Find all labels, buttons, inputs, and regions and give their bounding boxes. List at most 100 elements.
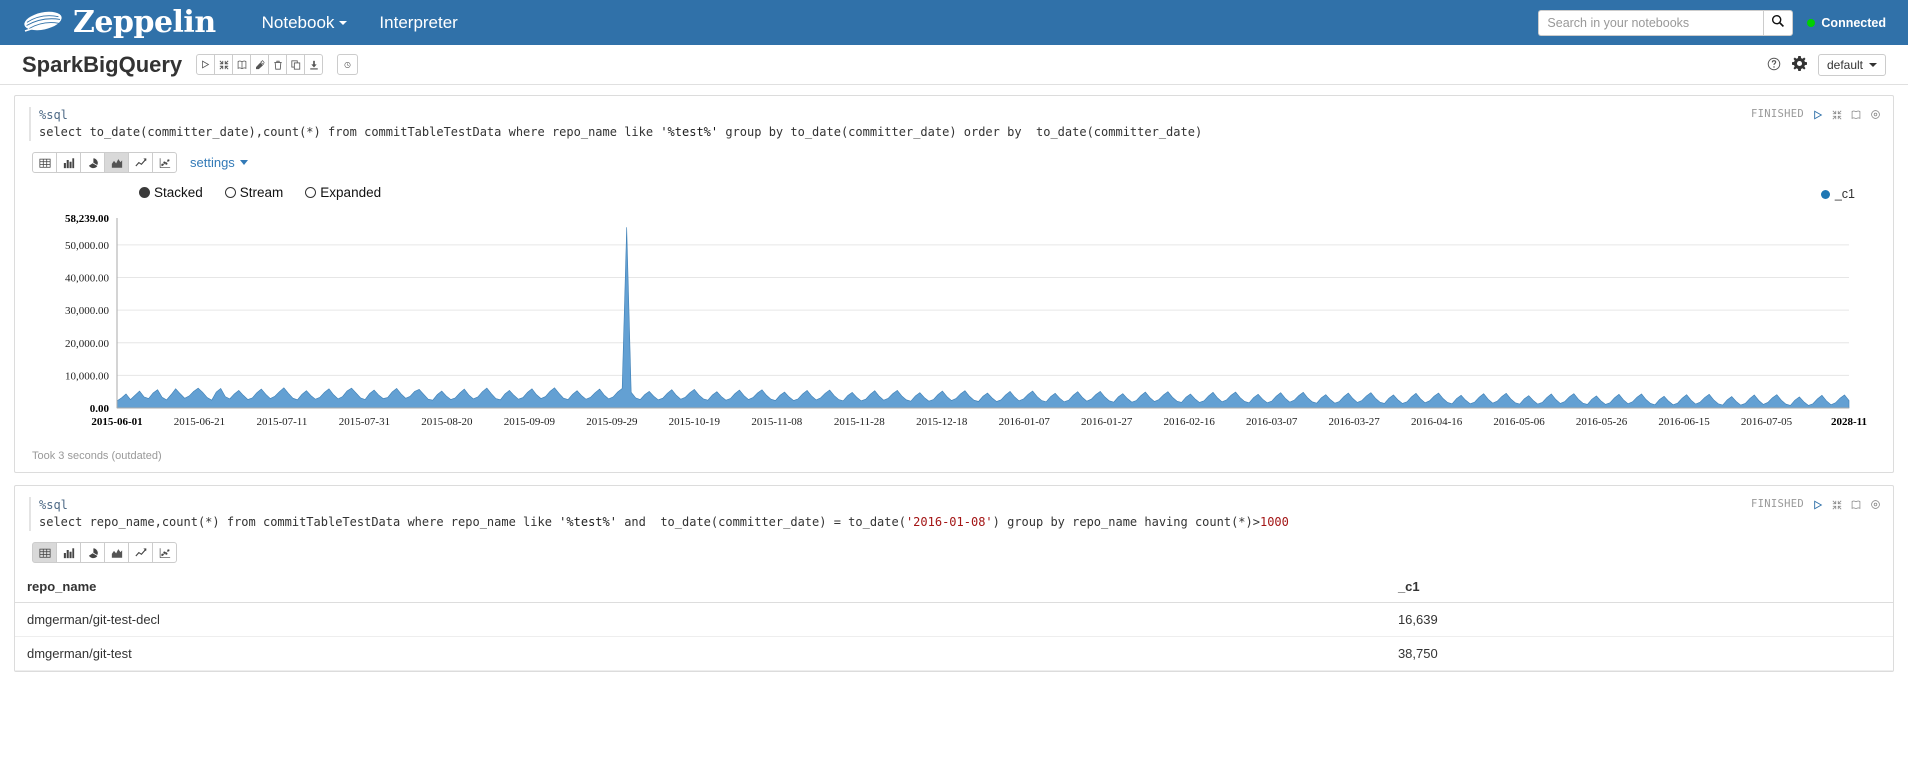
table-icon[interactable]: [32, 542, 57, 563]
cron-scheduler-icon[interactable]: [337, 54, 359, 75]
table-cell: 38,750: [1385, 636, 1893, 671]
note-header-right: default: [1767, 45, 1886, 85]
run-paragraph-icon[interactable]: [1813, 499, 1823, 510]
bar-chart-icon[interactable]: [56, 152, 81, 173]
svg-text:2015-06-01: 2015-06-01: [91, 416, 142, 428]
nav-link-interpreter[interactable]: Interpreter: [363, 13, 473, 33]
svg-text:50,000.00: 50,000.00: [65, 240, 110, 252]
chevron-down-icon: [239, 160, 248, 165]
pie-chart-icon[interactable]: [80, 542, 105, 563]
svg-text:2015-08-20: 2015-08-20: [421, 416, 473, 428]
delete-note-icon[interactable]: [268, 54, 288, 75]
legend-color-swatch: [1820, 189, 1830, 199]
clear-output-icon[interactable]: [250, 54, 270, 75]
interpreter-binding-dropdown[interactable]: default: [1817, 54, 1886, 76]
page-title[interactable]: SparkBigQuery: [22, 52, 182, 78]
paragraph-1-status-bar: FINISHED: [1751, 106, 1881, 123]
nav-links: Notebook Interpreter: [246, 13, 474, 33]
line-chart-icon[interactable]: [128, 152, 153, 173]
chart-mode-stacked[interactable]: Stacked: [139, 185, 203, 200]
paragraph-1-viz-toolbar: settings: [15, 147, 1893, 181]
export-note-icon[interactable]: [304, 54, 324, 75]
chart-mode-stream[interactable]: Stream: [224, 185, 283, 200]
column-header-repo-name[interactable]: repo_name: [15, 571, 1386, 603]
clone-note-icon[interactable]: [286, 54, 306, 75]
svg-text:2016-05-26: 2016-05-26: [1576, 416, 1628, 428]
table-header-row: repo_name _c1: [15, 571, 1893, 603]
table-cell: 16,639: [1385, 602, 1893, 637]
search-button[interactable]: [1763, 9, 1794, 36]
svg-text:20,000.00: 20,000.00: [65, 338, 110, 350]
svg-text:2015-09-29: 2015-09-29: [586, 416, 638, 428]
svg-text:2016-06-15: 2016-06-15: [1658, 416, 1710, 428]
brand[interactable]: Zeppelin: [22, 5, 216, 40]
notebook-body: %sql select to_date(committer_date),coun…: [0, 85, 1908, 694]
collapse-all-icon[interactable]: [214, 54, 234, 75]
svg-text:10,000.00: 10,000.00: [65, 370, 110, 382]
paragraph-menu-icon[interactable]: [1870, 109, 1881, 120]
connection-status: Connected: [1807, 16, 1886, 30]
area-chart-icon[interactable]: [104, 542, 129, 563]
nav-link-notebook-label: Notebook: [261, 12, 335, 32]
paragraph-1-chart: Stacked Stream Expanded _c1 0.00 10,000.0…: [15, 181, 1893, 446]
nav-link-notebook[interactable]: Notebook: [246, 13, 364, 33]
gear-icon[interactable]: [1791, 56, 1807, 74]
paragraph-2-code[interactable]: %sql select repo_name,count(*) from comm…: [15, 486, 1893, 537]
search-input[interactable]: [1538, 9, 1764, 36]
svg-text:2015-07-11: 2015-07-11: [256, 416, 307, 428]
show-code-icon[interactable]: [232, 54, 252, 75]
show-paragraph-code-icon[interactable]: [1851, 110, 1861, 120]
svg-text:2016-05-06: 2016-05-06: [1493, 416, 1545, 428]
chart-legend[interactable]: _c1: [1820, 187, 1855, 201]
radio-icon: [139, 187, 150, 198]
area-chart-icon[interactable]: [104, 152, 129, 173]
status-dot-icon: [1807, 18, 1816, 27]
svg-text:2015-06-21: 2015-06-21: [174, 416, 225, 428]
settings-toggle[interactable]: settings: [190, 155, 248, 170]
chart-mode-expanded[interactable]: Expanded: [305, 185, 381, 200]
svg-text:58,239.00: 58,239.00: [65, 213, 110, 225]
svg-text:2016-01-07: 2016-01-07: [999, 416, 1051, 428]
chart-mode-expanded-label: Expanded: [320, 185, 382, 200]
note-header: SparkBigQuery default: [0, 45, 1908, 85]
paragraph-menu-icon[interactable]: [1870, 499, 1881, 510]
table-row: dmgerman/git-test 38,750: [15, 636, 1893, 671]
svg-text:40,000.00: 40,000.00: [65, 273, 110, 285]
svg-text:2016-01-27: 2016-01-27: [1081, 416, 1133, 428]
line-chart-icon[interactable]: [128, 542, 153, 563]
collapse-paragraph-icon[interactable]: [1832, 500, 1842, 510]
zeppelin-logo-icon: [22, 8, 64, 38]
help-icon[interactable]: [1767, 57, 1781, 74]
collapse-paragraph-icon[interactable]: [1832, 110, 1842, 120]
table-row: dmgerman/git-test-decl 16,639: [15, 602, 1893, 637]
scatter-chart-icon[interactable]: [152, 152, 177, 173]
paragraph-1-status-label: FINISHED: [1751, 108, 1804, 120]
paragraph-2-status-bar: FINISHED: [1751, 496, 1881, 513]
legend-label: _c1: [1834, 187, 1855, 201]
svg-text:2016-03-27: 2016-03-27: [1328, 416, 1380, 428]
svg-text:2015-12-18: 2015-12-18: [916, 416, 968, 428]
bar-chart-icon[interactable]: [56, 542, 81, 563]
pie-chart-icon[interactable]: [80, 152, 105, 173]
table-icon[interactable]: [32, 152, 57, 173]
chart-mode-radios: Stacked Stream Expanded: [29, 181, 1879, 204]
paragraph-1: %sql select to_date(committer_date),coun…: [14, 95, 1894, 473]
interpreter-binding-label: default: [1826, 58, 1863, 72]
radio-icon: [305, 187, 317, 198]
show-paragraph-code-icon[interactable]: [1851, 500, 1861, 510]
search-box: [1538, 9, 1794, 36]
run-all-icon[interactable]: [196, 54, 216, 75]
scatter-chart-icon[interactable]: [152, 542, 177, 563]
run-paragraph-icon[interactable]: [1813, 109, 1823, 120]
paragraph-1-code[interactable]: %sql select to_date(committer_date),coun…: [15, 96, 1893, 147]
search-icon: [1771, 14, 1785, 31]
svg-text:2015-10-19: 2015-10-19: [669, 416, 721, 428]
svg-text:2016-03-07: 2016-03-07: [1246, 416, 1298, 428]
svg-text:2015-11-08: 2015-11-08: [751, 416, 802, 428]
navbar-right: Connected: [1538, 0, 1886, 45]
paragraph-2-viz-toolbar: [15, 537, 1893, 571]
brand-name: Zeppelin: [73, 5, 216, 40]
column-header-c1[interactable]: _c1: [1385, 571, 1893, 603]
table-body: dmgerman/git-test-decl 16,639 dmgerman/git…: [15, 602, 1893, 671]
code-line-magic: %sql: [29, 497, 1879, 514]
